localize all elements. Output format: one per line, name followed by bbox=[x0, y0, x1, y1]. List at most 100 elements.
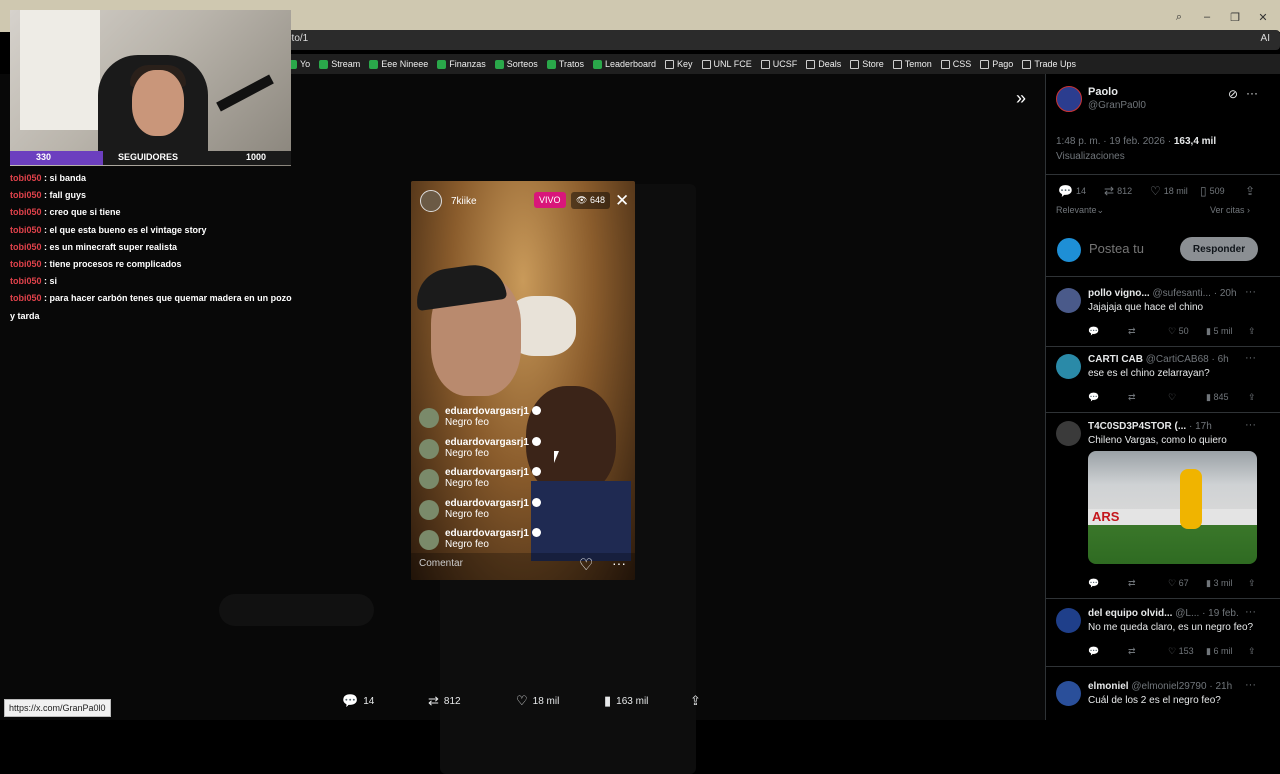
ai-button[interactable]: AI bbox=[1261, 33, 1270, 44]
minimize-icon[interactable]: – bbox=[1198, 8, 1216, 26]
repost-button[interactable]: ⇄ 812 bbox=[1104, 184, 1132, 198]
repost-icon[interactable]: ⇄ bbox=[1128, 646, 1136, 657]
avatar[interactable] bbox=[1056, 608, 1081, 633]
author-handle[interactable]: @GranPa0l0 bbox=[1088, 100, 1146, 111]
live-comment-user[interactable]: eduardovargasrj1 bbox=[445, 497, 541, 509]
avatar[interactable] bbox=[419, 438, 439, 459]
avatar[interactable] bbox=[419, 469, 439, 490]
bookmark-item[interactable]: Tratos bbox=[546, 59, 584, 69]
avatar[interactable] bbox=[1056, 421, 1081, 446]
search-icon[interactable]: ⌕ bbox=[1170, 8, 1188, 26]
more-icon[interactable]: ··· bbox=[1245, 352, 1256, 364]
more-icon[interactable]: ··· bbox=[1245, 606, 1256, 618]
live-comment-user[interactable]: eduardovargasrj1 bbox=[445, 528, 541, 539]
live-comment-user[interactable]: eduardovargasrj1 bbox=[445, 467, 541, 478]
reply-author-handle[interactable]: @CartiCAB68 bbox=[1143, 354, 1212, 365]
reply-image[interactable]: ARS bbox=[1088, 451, 1257, 564]
bookmark-item[interactable]: UCSF bbox=[760, 59, 797, 69]
like-button[interactable]: ♡ 18 mil bbox=[1150, 184, 1188, 198]
avatar[interactable] bbox=[419, 499, 439, 520]
more-icon[interactable]: ··· bbox=[612, 555, 626, 571]
bookmark-item[interactable]: UNL FCE bbox=[701, 59, 752, 69]
reply-author-name[interactable]: CARTI CAB bbox=[1088, 354, 1143, 365]
live-video-modal[interactable]: 7kiike VIVO 👁 648 ✕ eduardovargasrj1 Negr… bbox=[411, 181, 635, 580]
views-button[interactable]: ▮ 6 mil bbox=[1206, 646, 1232, 657]
like-button[interactable]: ♡ bbox=[1168, 392, 1176, 403]
reply-button[interactable]: 💬 14 bbox=[342, 693, 374, 709]
close-icon[interactable]: ✕ bbox=[1254, 8, 1272, 26]
more-icon[interactable]: ··· bbox=[1245, 679, 1256, 691]
bookmark-item[interactable]: Stream bbox=[319, 59, 360, 69]
bookmark-item[interactable]: CSS bbox=[940, 59, 971, 69]
more-icon[interactable]: ··· bbox=[1246, 86, 1258, 100]
more-icon[interactable]: ··· bbox=[1245, 419, 1256, 431]
quotes-link[interactable]: Ver citas › bbox=[1210, 205, 1250, 215]
repost-icon[interactable]: ⇄ bbox=[1128, 326, 1136, 337]
collapse-panel-icon[interactable]: » bbox=[1016, 88, 1026, 109]
reply-icon[interactable]: 💬 bbox=[1088, 326, 1099, 337]
streamer-name[interactable]: 7kiike bbox=[451, 196, 477, 207]
live-comment-user[interactable]: eduardovargasrj1 bbox=[445, 406, 541, 417]
repost-button[interactable]: ⇄ 812 bbox=[428, 693, 461, 709]
reply-button[interactable]: 💬 14 bbox=[1058, 184, 1086, 198]
avatar[interactable] bbox=[1056, 288, 1081, 313]
avatar[interactable] bbox=[419, 408, 439, 428]
heart-icon[interactable]: ♡ bbox=[579, 555, 593, 575]
views-button[interactable]: ▮ 163 mil bbox=[604, 693, 648, 709]
bookmark-item[interactable]: Key bbox=[665, 59, 693, 69]
reply-author-handle[interactable]: @elmoniel29790 bbox=[1129, 681, 1210, 692]
bookmark-item[interactable]: Pago bbox=[980, 59, 1013, 69]
avatar[interactable] bbox=[1056, 681, 1081, 706]
share-button[interactable]: ⇪ bbox=[690, 693, 701, 709]
comment-input[interactable]: Comentar bbox=[419, 558, 463, 569]
reply-text: No me queda claro, es un negro feo? bbox=[1088, 622, 1254, 633]
bookmark-button[interactable]: ▯ 509 bbox=[1200, 184, 1225, 198]
share-icon[interactable]: ⇪ bbox=[1248, 578, 1256, 589]
share-icon[interactable]: ⇪ bbox=[1248, 646, 1256, 657]
reply-author-name[interactable]: T4C0SD3P4STOR (... bbox=[1088, 421, 1186, 432]
bookmark-item[interactable]: Yo bbox=[288, 59, 310, 69]
reply-author-name[interactable]: del equipo olvid... bbox=[1088, 608, 1172, 619]
repost-icon[interactable]: ⇄ bbox=[1128, 578, 1136, 589]
like-button[interactable]: ♡ 153 bbox=[1168, 646, 1194, 657]
bookmark-item[interactable]: Trade Ups bbox=[1022, 59, 1076, 69]
bookmark-item[interactable]: Deals bbox=[806, 59, 841, 69]
like-button[interactable]: ♡ 50 bbox=[1168, 326, 1189, 337]
reply-icon[interactable]: 💬 bbox=[1088, 392, 1099, 403]
avatar[interactable] bbox=[1056, 354, 1081, 379]
avatar[interactable] bbox=[1056, 86, 1082, 112]
reply-icon[interactable]: 💬 bbox=[1088, 646, 1099, 657]
views-button[interactable]: ▮ 5 mil bbox=[1206, 326, 1232, 337]
bookmark-item[interactable]: Eee Nineee bbox=[369, 59, 428, 69]
bookmark-item[interactable]: Leaderboard bbox=[592, 59, 656, 69]
restore-icon[interactable]: ❐ bbox=[1226, 8, 1244, 26]
address-bar[interactable]: oto/1 AI bbox=[280, 30, 1280, 50]
bookmark-item[interactable]: Sorteos bbox=[494, 59, 538, 69]
reply-input[interactable] bbox=[1089, 241, 1164, 256]
reply-icon[interactable]: 💬 bbox=[1088, 578, 1099, 589]
author-name[interactable]: Paolo bbox=[1088, 86, 1118, 98]
avatar[interactable] bbox=[419, 530, 439, 551]
reply-author-name[interactable]: pollo vigno... bbox=[1088, 288, 1150, 299]
streamer-avatar[interactable] bbox=[420, 190, 442, 212]
reply-submit-button[interactable]: Responder bbox=[1180, 237, 1258, 261]
share-icon[interactable]: ⇪ bbox=[1248, 392, 1256, 403]
close-icon[interactable]: ✕ bbox=[615, 192, 629, 209]
bookmark-item[interactable]: Finanzas bbox=[437, 59, 486, 69]
bookmark-item[interactable]: Temon bbox=[892, 59, 932, 69]
share-icon[interactable]: ⇪ bbox=[1248, 326, 1256, 337]
views-button[interactable]: ▮ 845 bbox=[1206, 392, 1228, 403]
more-icon[interactable]: ··· bbox=[1245, 286, 1256, 298]
sort-dropdown[interactable]: Relevante⌄ bbox=[1056, 205, 1104, 216]
reply-author-handle[interactable]: @sufesanti... bbox=[1150, 288, 1214, 299]
like-button[interactable]: ♡ 18 mil bbox=[516, 693, 559, 709]
reply-author-name[interactable]: elmoniel bbox=[1088, 681, 1129, 692]
reply-author-handle[interactable]: @L... bbox=[1172, 608, 1202, 619]
live-comment-user[interactable]: eduardovargasrj1 bbox=[445, 436, 541, 448]
share-button[interactable]: ⇪ bbox=[1245, 184, 1255, 198]
repost-icon[interactable]: ⇄ bbox=[1128, 392, 1136, 403]
like-button[interactable]: ♡ 67 bbox=[1168, 578, 1189, 589]
bookmark-item[interactable]: Store bbox=[850, 59, 884, 69]
grok-icon[interactable]: ⊘ bbox=[1228, 87, 1238, 101]
views-button[interactable]: ▮ 3 mil bbox=[1206, 578, 1232, 589]
